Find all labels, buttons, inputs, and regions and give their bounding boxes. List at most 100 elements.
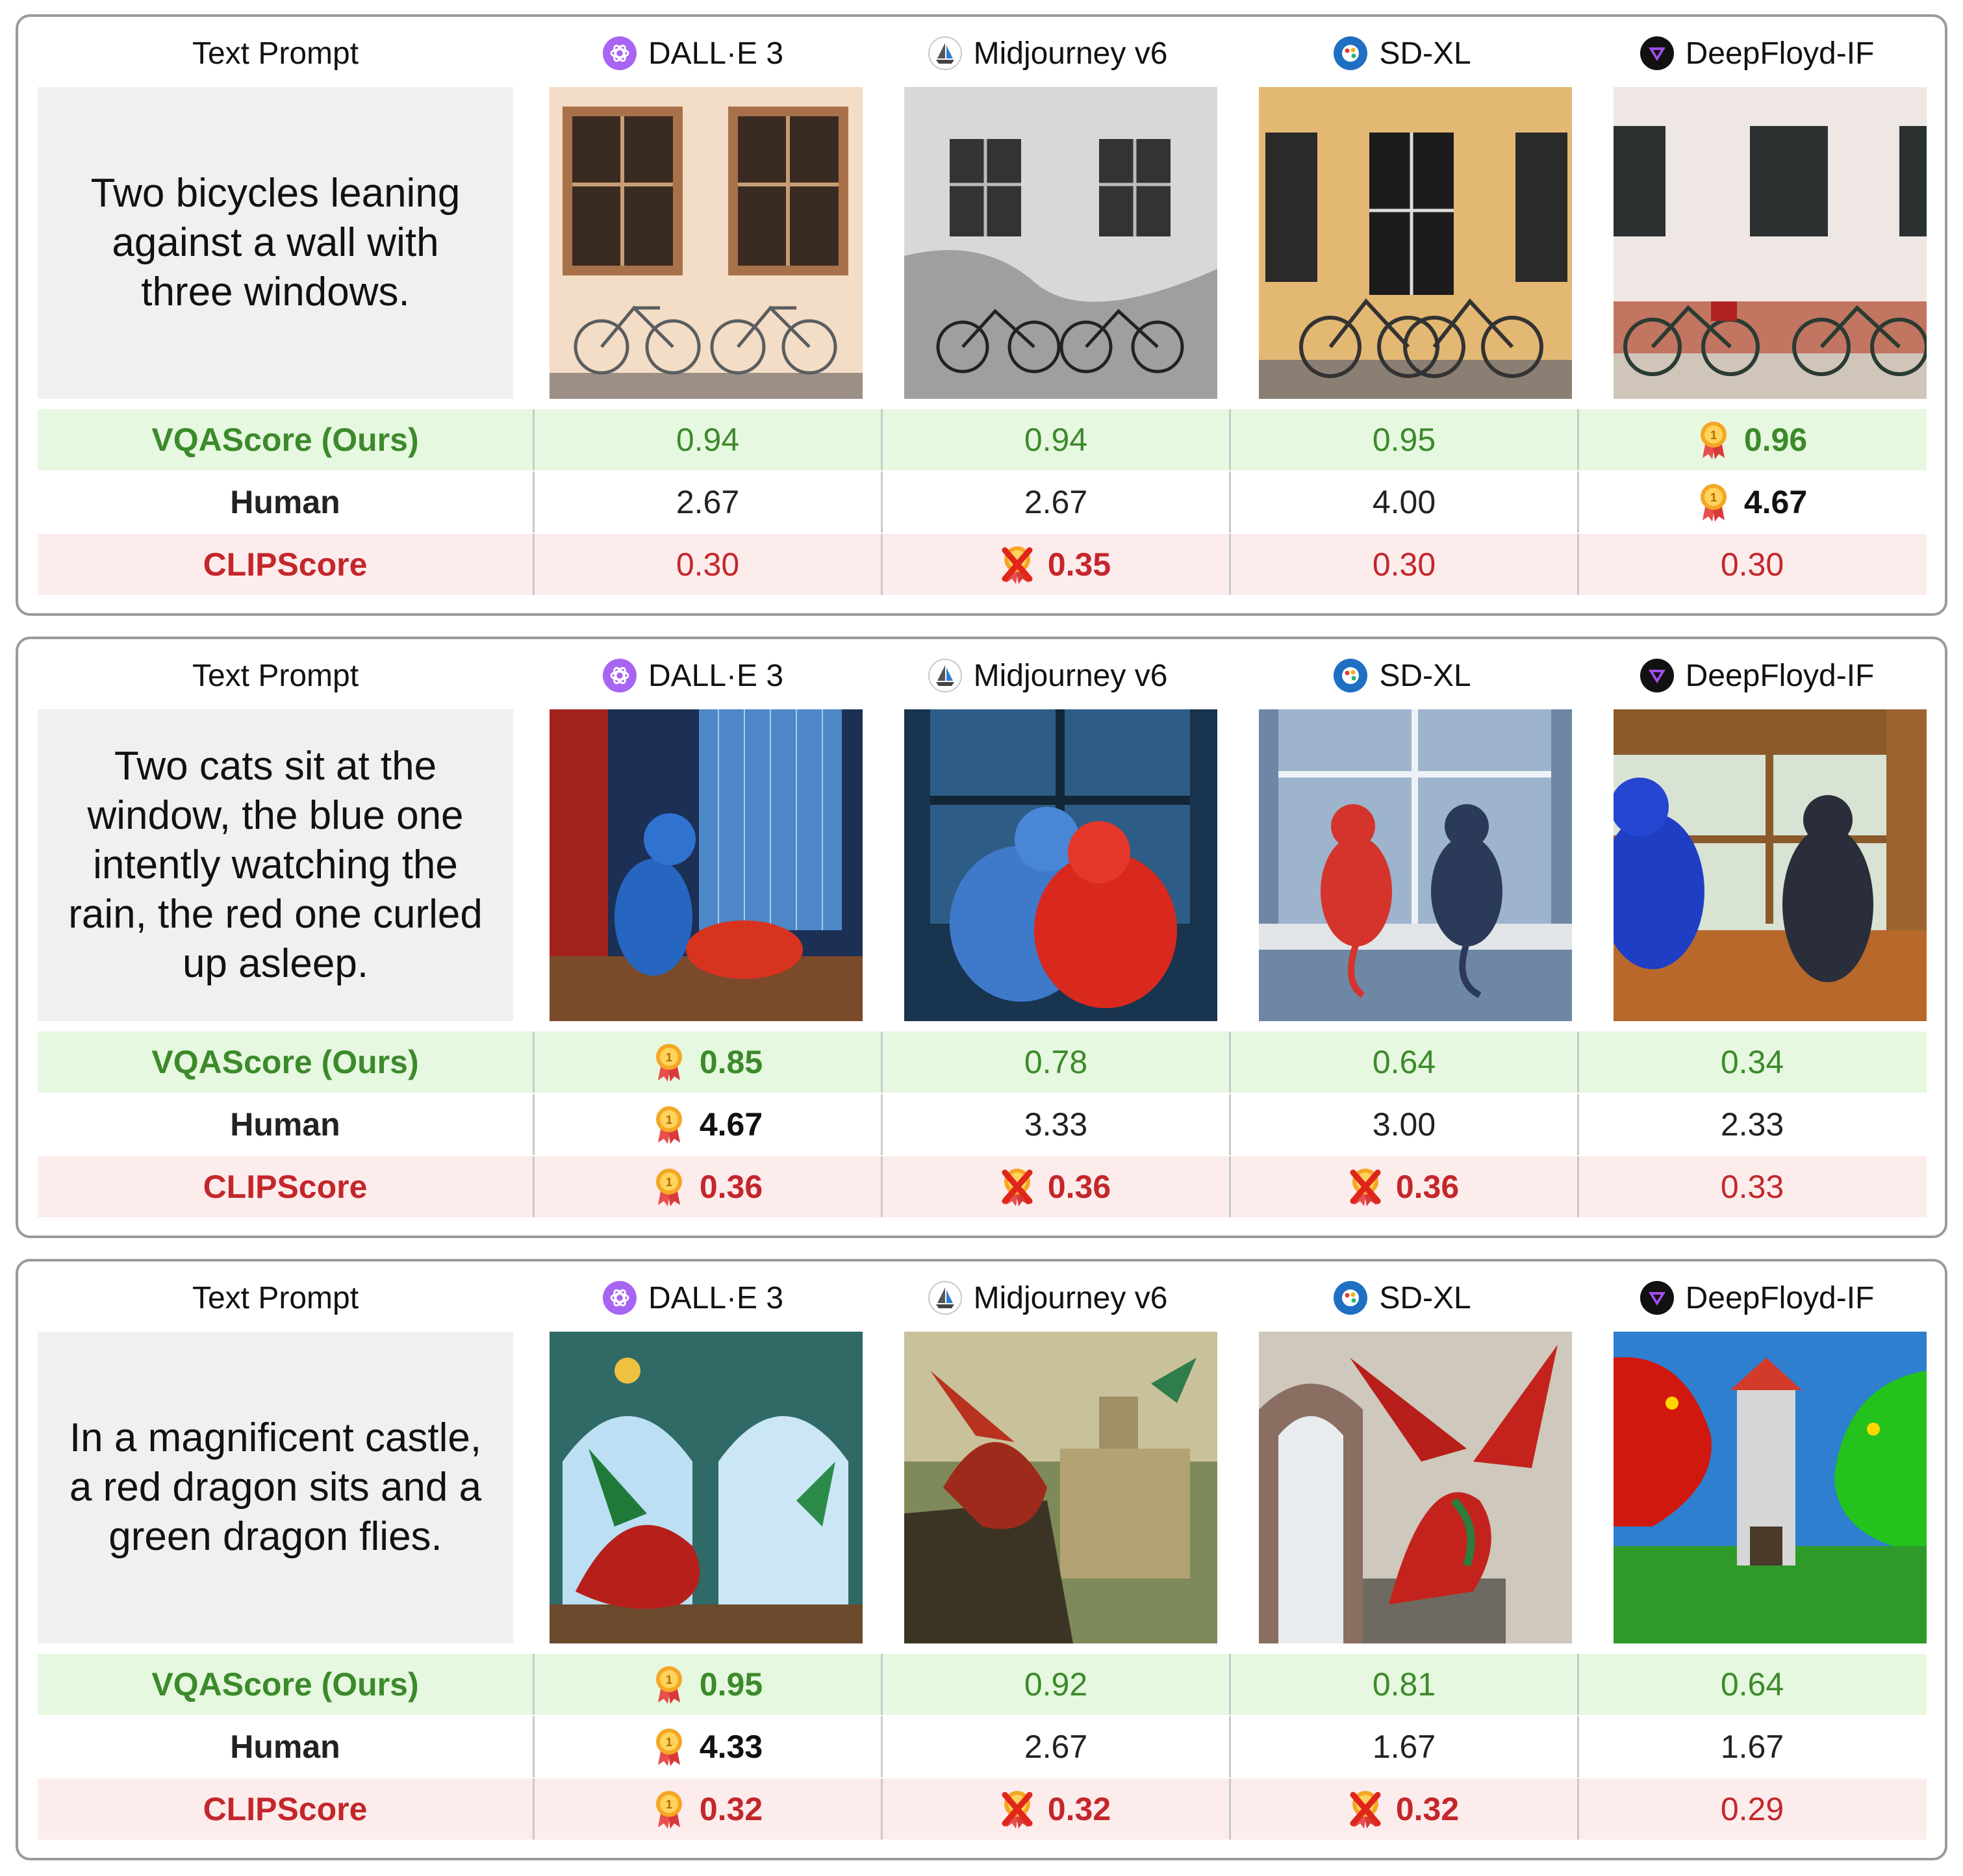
clipscore-label: CLIPScore <box>203 1791 368 1827</box>
human-score-value: 2.67 <box>1024 484 1088 520</box>
vqa-score-cell: 0.94 <box>533 409 881 470</box>
model-header-sdxl: SD-XL <box>1246 657 1559 694</box>
generated-image-sdxl <box>1259 1332 1572 1643</box>
clip-score-cell: 0.36 <box>1229 1156 1577 1217</box>
clip-score-cell: 0.30 <box>1577 534 1925 595</box>
model-header-dalle3: DALL·E 3 <box>537 1280 850 1316</box>
human-score-value: 2.67 <box>676 484 740 520</box>
clip-score-value: 0.33 <box>1720 1169 1784 1205</box>
model-header-midjourney: Midjourney v6 <box>891 1280 1204 1316</box>
human-score-cell: 2.67 <box>533 472 881 533</box>
generated-image-sdxl <box>1259 709 1572 1021</box>
human-score-cell: 2.67 <box>881 472 1229 533</box>
model-header-midjourney: Midjourney v6 <box>891 35 1204 71</box>
gold-medal-icon <box>653 1790 685 1829</box>
gold-medal-icon <box>653 1665 685 1704</box>
vqa-score-cell: 0.34 <box>1577 1032 1925 1093</box>
vqa-score-cell: 0.95 <box>533 1654 881 1715</box>
prompt-text: Two bicycles leaning against a wall with… <box>38 87 513 399</box>
vqa-score-cell: 0.92 <box>881 1654 1229 1715</box>
vqa-score-value: 0.94 <box>676 422 740 458</box>
crossed-medal-icon <box>1001 1790 1033 1829</box>
model-name: SD-XL <box>1379 36 1471 71</box>
generated-image-deepfloyd <box>1614 1332 1927 1643</box>
human-score-cell: 4.33 <box>533 1716 881 1777</box>
human-score-value: 4.00 <box>1372 484 1436 520</box>
model-name: DeepFloyd-IF <box>1685 1280 1875 1315</box>
crossed-medal-icon <box>1349 1790 1382 1829</box>
human-score-cell: 4.67 <box>533 1094 881 1155</box>
midjourney-logo-icon <box>928 659 962 692</box>
text-prompt-header: Text Prompt <box>192 36 359 71</box>
vqa-score-cell: 0.95 <box>1229 409 1577 470</box>
text-prompt-header: Text Prompt <box>192 658 359 693</box>
model-name: DALL·E 3 <box>648 658 784 693</box>
clip-score-value: 0.32 <box>1395 1791 1460 1827</box>
clipscore-row: CLIPScore 0.30 0.35 0.30 0.30 <box>38 534 1927 595</box>
model-header-deepfloyd: DeepFloyd-IF <box>1601 657 1914 694</box>
model-name: Midjourney v6 <box>973 1280 1168 1315</box>
vqa-score-value: 0.85 <box>699 1044 763 1080</box>
midjourney-logo-icon <box>928 1281 962 1315</box>
generated-image-sdxl <box>1259 87 1572 399</box>
clip-score-value: 0.36 <box>699 1169 763 1205</box>
model-header-midjourney: Midjourney v6 <box>891 657 1204 694</box>
human-score-cell: 4.00 <box>1229 472 1577 533</box>
human-score-value: 4.67 <box>699 1106 763 1143</box>
clip-score-value: 0.32 <box>1047 1791 1111 1827</box>
generated-image-dalle3 <box>550 1332 863 1643</box>
prompt-text: Two cats sit at the window, the blue one… <box>38 709 513 1021</box>
vqa-score-cell: 0.96 <box>1577 409 1925 470</box>
gold-medal-icon <box>1697 483 1730 522</box>
clip-score-value: 0.36 <box>1395 1169 1460 1205</box>
model-header-deepfloyd: DeepFloyd-IF <box>1601 35 1914 71</box>
model-name: Midjourney v6 <box>973 658 1168 693</box>
generated-image-deepfloyd <box>1614 709 1927 1021</box>
human-score-cell: 4.67 <box>1577 472 1925 533</box>
generated-image-deepfloyd <box>1614 87 1927 399</box>
clip-score-value: 0.29 <box>1720 1791 1784 1827</box>
generated-image-dalle3 <box>550 709 863 1021</box>
human-label: Human <box>230 1106 340 1143</box>
clip-score-value: 0.30 <box>1720 546 1784 583</box>
vqa-score-value: 0.95 <box>1372 422 1436 458</box>
deepfloyd-logo-icon <box>1640 1281 1674 1315</box>
human-row: Human 4.33 2.67 1.67 1.67 <box>38 1716 1927 1777</box>
generated-image-dalle3 <box>550 87 863 399</box>
human-label: Human <box>230 484 340 520</box>
gold-medal-icon <box>653 1105 685 1144</box>
openai-logo-icon <box>603 1281 637 1315</box>
human-row: Human 2.67 2.67 4.00 4.67 <box>38 472 1927 533</box>
vqa-score-value: 0.78 <box>1024 1044 1088 1080</box>
model-header-deepfloyd: DeepFloyd-IF <box>1601 1280 1914 1316</box>
clipscore-row: CLIPScore 0.36 0.36 0.36 0.33 <box>38 1156 1927 1217</box>
vqa-score-value: 0.64 <box>1720 1666 1784 1703</box>
vqa-score-value: 0.81 <box>1372 1666 1436 1703</box>
prompt-text: In a magnificent castle, a red dragon si… <box>38 1332 513 1643</box>
clip-score-cell: 0.32 <box>533 1779 881 1840</box>
generated-image-midjourney <box>904 87 1217 399</box>
human-score-cell: 2.33 <box>1577 1094 1925 1155</box>
model-header-dalle3: DALL·E 3 <box>537 657 850 694</box>
comparison-panel: Text Prompt DALL·E 3 Midjourney v6 SD-XL… <box>16 1259 1947 1860</box>
stability-logo-icon <box>1334 36 1367 70</box>
comparison-panel: Text Prompt DALL·E 3 Midjourney v6 SD-XL… <box>16 14 1947 616</box>
model-name: DeepFloyd-IF <box>1685 36 1875 71</box>
midjourney-logo-icon <box>928 36 962 70</box>
vqascore-row: VQAScore (Ours) 0.95 0.92 0.81 0.64 <box>38 1654 1927 1715</box>
clipscore-label: CLIPScore <box>203 1169 368 1205</box>
vqa-score-value: 0.34 <box>1720 1044 1784 1080</box>
clip-score-value: 0.32 <box>699 1791 763 1827</box>
clip-score-value: 0.30 <box>1372 546 1436 583</box>
human-score-cell: 1.67 <box>1229 1716 1577 1777</box>
gold-medal-icon <box>1697 420 1730 459</box>
vqa-score-cell: 0.64 <box>1577 1654 1925 1715</box>
vqascore-label: VQAScore (Ours) <box>151 1044 419 1080</box>
human-row: Human 4.67 3.33 3.00 2.33 <box>38 1094 1927 1155</box>
human-score-cell: 3.33 <box>881 1094 1229 1155</box>
crossed-medal-icon <box>1001 545 1033 584</box>
crossed-medal-icon <box>1349 1167 1382 1206</box>
clip-score-cell: 0.36 <box>533 1156 881 1217</box>
vqa-score-cell: 0.64 <box>1229 1032 1577 1093</box>
model-name: DeepFloyd-IF <box>1685 658 1875 693</box>
